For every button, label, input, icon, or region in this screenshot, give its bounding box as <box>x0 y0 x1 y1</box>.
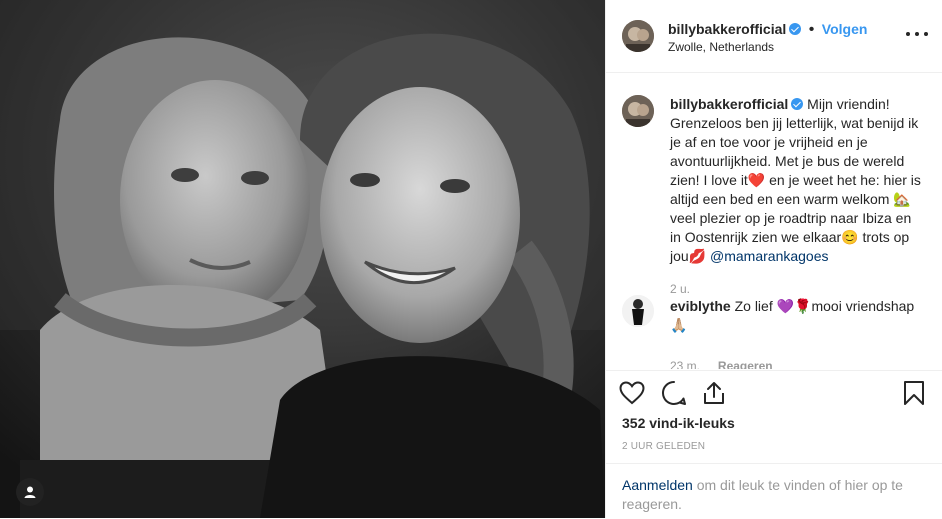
follow-button[interactable]: Volgen <box>822 21 868 37</box>
caption-avatar[interactable] <box>622 95 654 127</box>
login-prompt: Aanmelden om dit leuk te vinden of hier … <box>606 463 942 514</box>
author-avatar-image <box>622 20 654 52</box>
user-tag-icon <box>24 486 36 498</box>
post-timestamp[interactable]: 2 UUR GELEDEN <box>622 441 705 452</box>
like-count[interactable]: 352 vind-ik-leuks <box>622 415 735 431</box>
reply-button[interactable]: Reageren <box>718 359 773 369</box>
post-image <box>0 0 605 518</box>
login-link[interactable]: Aanmelden <box>622 477 693 493</box>
comment-icon <box>662 380 686 405</box>
post-side-panel: billybakkerofficial • Volgen Zwolle, Net… <box>605 0 942 518</box>
header-line: billybakkerofficial • Volgen <box>668 21 867 39</box>
caption-body: Mijn vriendin! Grenzeloos ben jij letter… <box>670 96 921 264</box>
verified-badge-icon <box>791 98 804 110</box>
share-button[interactable] <box>700 379 728 407</box>
header-separator: • <box>808 21 815 38</box>
comments-list[interactable]: billybakkerofficial Mijn vriendin! Grenz… <box>606 73 942 369</box>
more-dot <box>915 32 919 36</box>
like-button[interactable] <box>618 379 646 407</box>
verified-badge-icon <box>789 23 802 35</box>
more-dot <box>924 32 928 36</box>
post-header: billybakkerofficial • Volgen Zwolle, Net… <box>606 0 942 73</box>
post-photo <box>0 0 605 518</box>
caption-mention-link[interactable]: @mamarankagoes <box>710 248 829 264</box>
caption: billybakkerofficial Mijn vriendin! Grenz… <box>670 95 926 299</box>
caption-username[interactable]: billybakkerofficial <box>670 96 788 112</box>
location-link[interactable]: Zwolle, Netherlands <box>668 40 774 54</box>
save-button[interactable] <box>900 379 928 407</box>
author-avatar[interactable] <box>622 20 654 52</box>
caption-avatar-image <box>622 95 654 127</box>
share-icon <box>704 382 724 404</box>
comment-time[interactable]: 23 m. <box>670 359 700 369</box>
bookmark-icon <box>904 381 924 405</box>
more-dot <box>906 32 910 36</box>
post-actions: 352 vind-ik-leuks 2 UUR GELEDEN Aanmelde… <box>606 370 942 519</box>
comment-item: eviblythe Zo lief 💜🌹mooi vriendshap 🙏🏼 2… <box>670 297 926 369</box>
more-options-icon[interactable] <box>906 28 928 40</box>
comment-button[interactable] <box>660 379 688 407</box>
comment-avatar-image <box>622 295 654 327</box>
heart-icon <box>619 381 645 405</box>
user-tags-button[interactable] <box>16 478 44 506</box>
comment-username[interactable]: eviblythe <box>670 298 731 314</box>
comment-avatar[interactable] <box>622 295 654 327</box>
author-username[interactable]: billybakkerofficial <box>668 21 786 37</box>
comment-meta: 23 m. Reageren <box>670 356 926 369</box>
